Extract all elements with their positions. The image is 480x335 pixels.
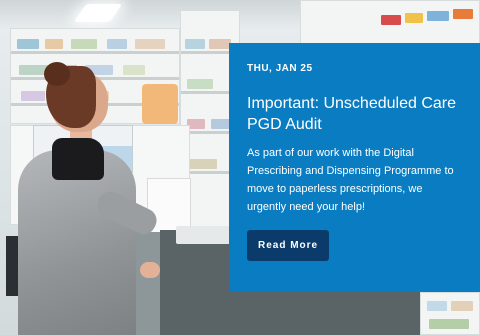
article-title: Important: Unscheduled Care PGD Audit bbox=[247, 95, 456, 133]
news-card: THU, JAN 25 Important: Unscheduled Care … bbox=[229, 43, 480, 292]
person-hair-bun bbox=[44, 62, 70, 86]
paper-bag bbox=[142, 84, 178, 124]
person-collar bbox=[52, 138, 104, 180]
article-date: THU, JAN 25 bbox=[247, 63, 313, 74]
article-summary: As part of our work with the Digital Pre… bbox=[247, 147, 454, 213]
printer bbox=[176, 226, 236, 244]
shelf-unit-right-bottom bbox=[420, 292, 480, 335]
read-more-button[interactable]: Read More bbox=[247, 230, 330, 261]
person-hand bbox=[140, 262, 160, 278]
shelf-unit-right bbox=[300, 0, 480, 44]
